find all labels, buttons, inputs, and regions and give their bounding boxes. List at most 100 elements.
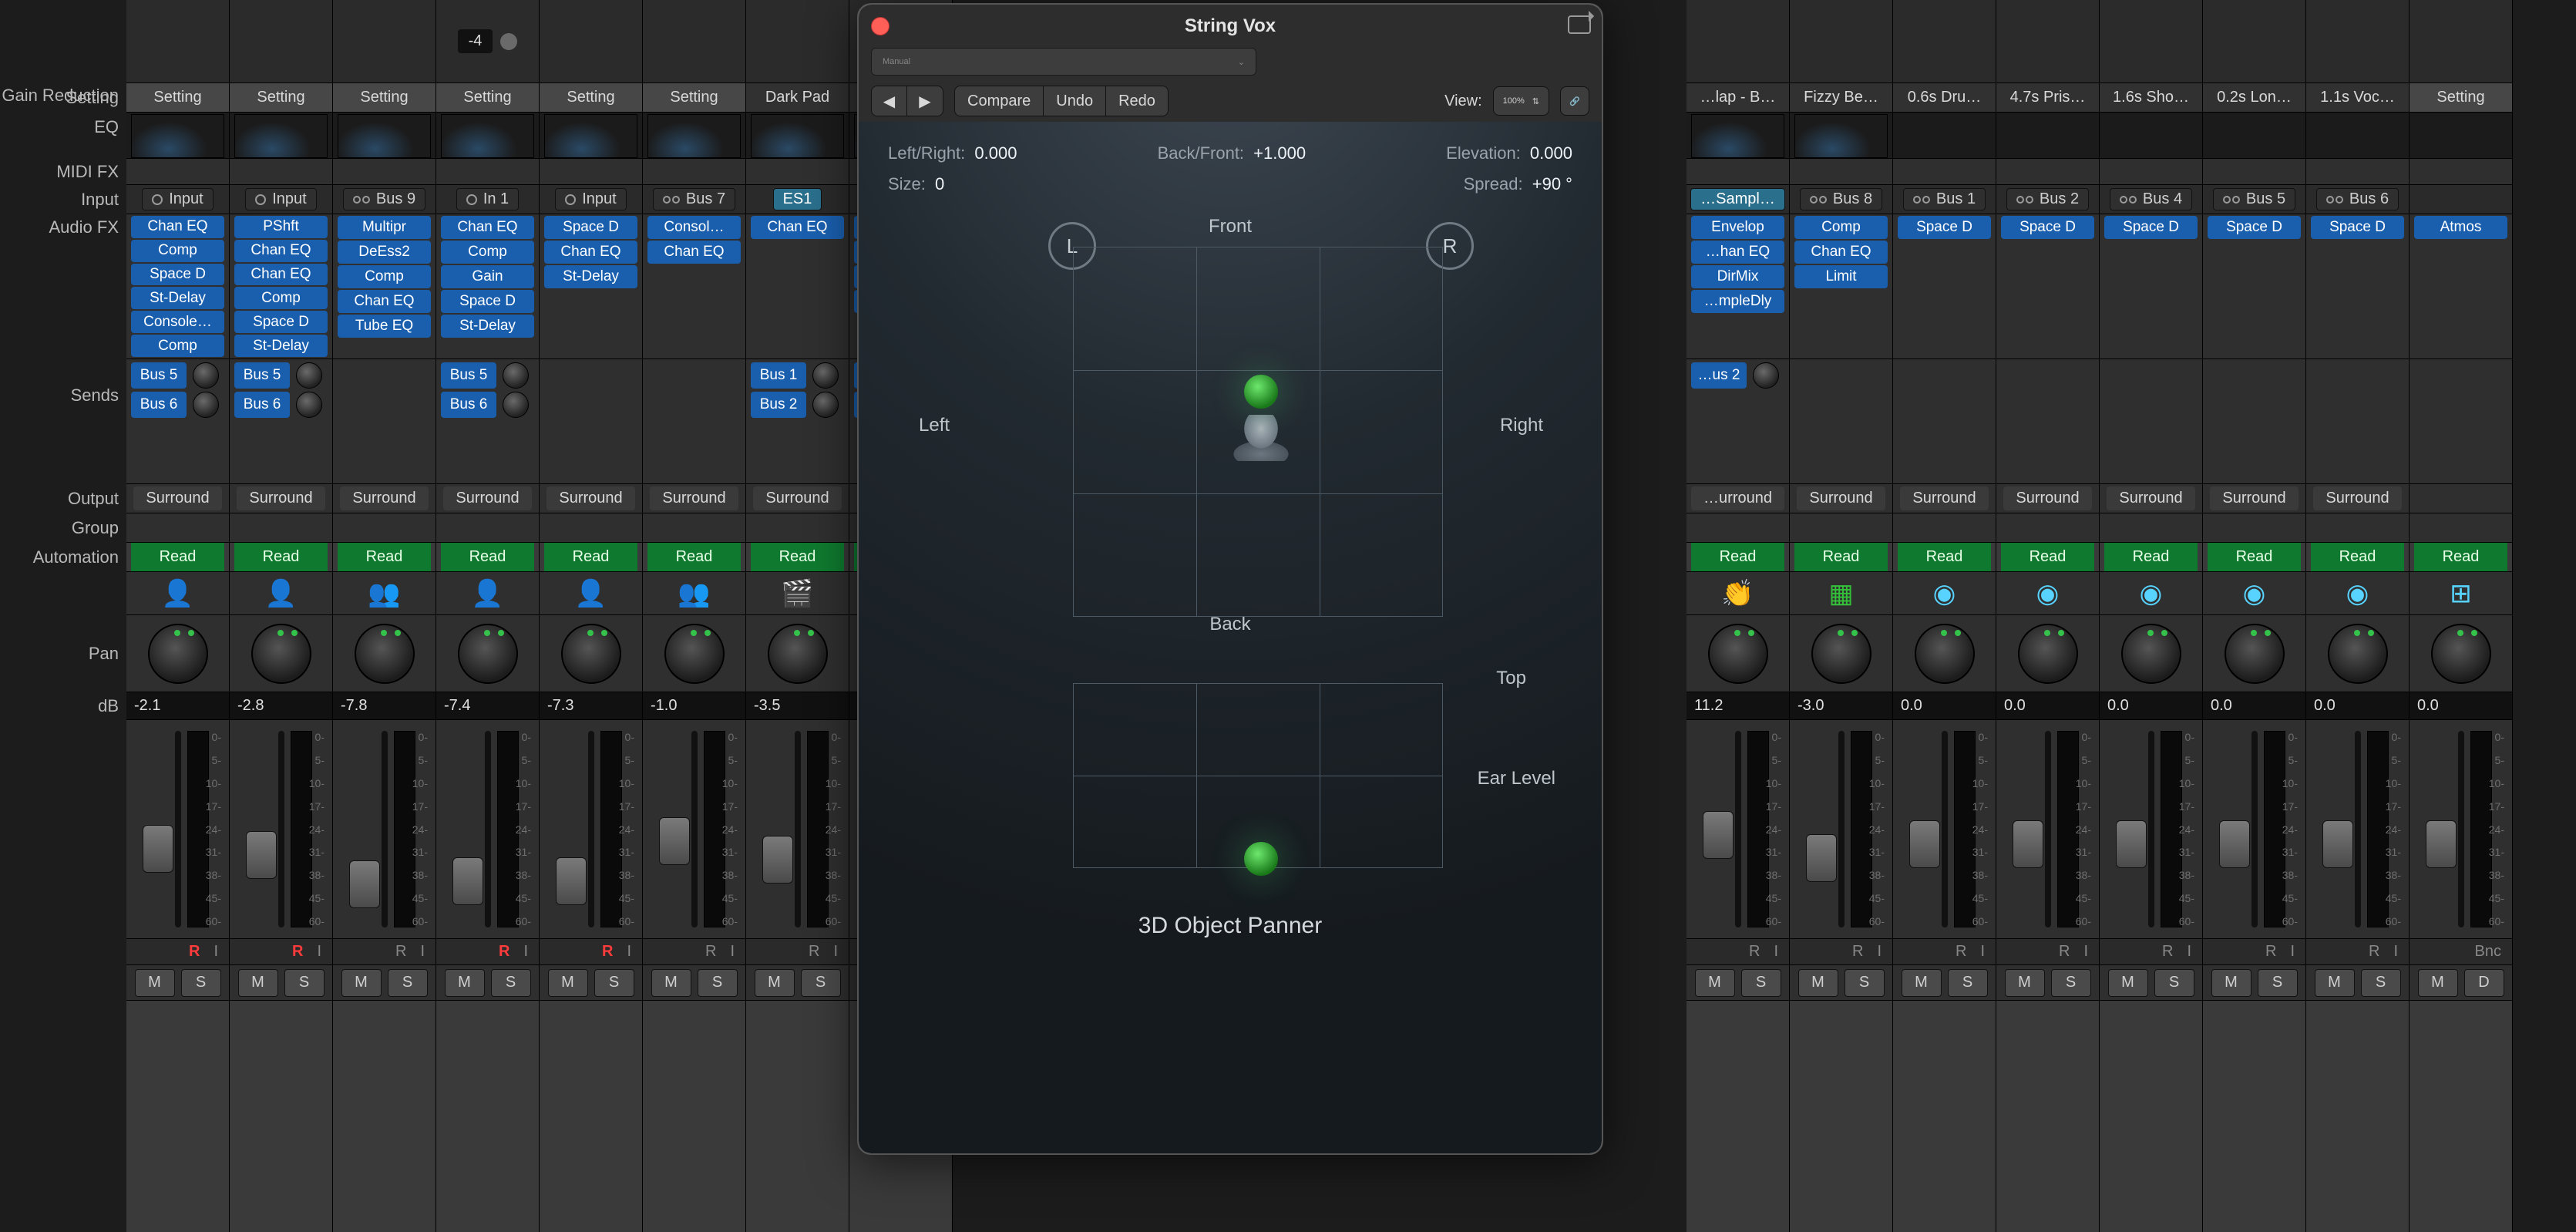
automation-mode[interactable]: Read bbox=[131, 543, 224, 571]
pan-knob[interactable] bbox=[1915, 624, 1975, 684]
channel-icon[interactable]: 👤 bbox=[471, 578, 503, 609]
send-slot[interactable]: Bus 5 bbox=[234, 362, 290, 389]
input-monitor[interactable]: I bbox=[317, 943, 321, 961]
fx-slot[interactable]: DirMix bbox=[1691, 265, 1784, 288]
pan-knob[interactable] bbox=[355, 624, 415, 684]
setting-button[interactable]: Fizzy Be… bbox=[1790, 83, 1892, 113]
pan-knob[interactable] bbox=[2328, 624, 2388, 684]
record-enable[interactable]: R bbox=[602, 943, 613, 961]
fx-slot[interactable]: Space D bbox=[1898, 216, 1991, 239]
fader-cap[interactable] bbox=[1703, 811, 1734, 859]
fx-slot[interactable]: …mpleDly bbox=[1691, 290, 1784, 313]
fx-slot[interactable]: St-Delay bbox=[234, 335, 328, 357]
input-slot[interactable]: Bus 6 bbox=[2316, 188, 2399, 210]
fx-slot[interactable]: Comp bbox=[131, 335, 224, 357]
setting-button[interactable]: 4.7s Pris… bbox=[1996, 83, 2099, 113]
output-slot[interactable]: Surround bbox=[546, 486, 634, 510]
eq-thumbnail[interactable] bbox=[234, 114, 328, 158]
plugin-window[interactable]: String Vox Manual ⌄ ◀ ▶ Compare Undo Red… bbox=[857, 3, 1603, 1155]
db-readout[interactable]: 0.0 bbox=[2306, 692, 2409, 720]
channel-icon[interactable]: ◉ bbox=[2346, 578, 2369, 609]
db-readout[interactable]: 0.0 bbox=[2203, 692, 2305, 720]
fx-slot[interactable]: Chan EQ bbox=[544, 241, 637, 264]
pan-knob[interactable] bbox=[251, 624, 311, 684]
pan-knob[interactable] bbox=[2121, 624, 2181, 684]
fx-slot[interactable]: Atmos bbox=[2414, 216, 2507, 239]
send-slot[interactable]: Bus 2 bbox=[751, 392, 806, 418]
input-slot[interactable]: Input bbox=[142, 188, 213, 210]
pan-knob[interactable] bbox=[148, 624, 208, 684]
setting-button[interactable]: 0.2s Lon… bbox=[2203, 83, 2305, 113]
input-slot[interactable]: Bus 7 bbox=[653, 188, 735, 210]
mute-button[interactable]: M bbox=[2211, 969, 2251, 997]
fader-cap[interactable] bbox=[556, 857, 587, 905]
solo-button[interactable]: S bbox=[2154, 969, 2194, 997]
setting-button[interactable]: Setting bbox=[436, 83, 539, 113]
bf-value[interactable]: +1.000 bbox=[1253, 143, 1306, 163]
output-slot[interactable]: Surround bbox=[2210, 486, 2298, 510]
pan-knob[interactable] bbox=[2018, 624, 2078, 684]
eq-thumbnail[interactable] bbox=[647, 114, 741, 158]
eq-thumbnail[interactable] bbox=[1691, 114, 1784, 158]
fx-slot[interactable]: Chan EQ bbox=[647, 241, 741, 264]
input-monitor[interactable]: I bbox=[1877, 943, 1882, 961]
record-enable[interactable]: R bbox=[189, 943, 200, 961]
fx-slot[interactable]: Space D bbox=[131, 264, 224, 286]
setting-button[interactable]: 1.1s Voc… bbox=[2306, 83, 2409, 113]
fader-cap[interactable] bbox=[2219, 820, 2250, 868]
record-enable[interactable]: R bbox=[292, 943, 303, 961]
db-readout[interactable]: -7.3 bbox=[540, 692, 642, 720]
lr-value[interactable]: 0.000 bbox=[974, 143, 1017, 163]
fx-slot[interactable]: Chan EQ bbox=[751, 216, 844, 239]
redo-button[interactable]: Redo bbox=[1106, 86, 1168, 116]
send-slot[interactable]: Bus 1 bbox=[751, 362, 806, 389]
send-knob[interactable] bbox=[193, 362, 219, 389]
send-slot[interactable]: Bus 5 bbox=[441, 362, 496, 389]
fader-cap[interactable] bbox=[349, 860, 380, 908]
fx-slot[interactable]: St-Delay bbox=[544, 265, 637, 288]
send-knob[interactable] bbox=[503, 392, 529, 418]
input-slot[interactable]: Input bbox=[245, 188, 316, 210]
input-monitor[interactable]: I bbox=[214, 943, 218, 961]
close-button[interactable] bbox=[871, 17, 889, 35]
automation-mode[interactable]: Read bbox=[1898, 543, 1991, 571]
input-slot[interactable]: Bus 9 bbox=[343, 188, 425, 210]
record-enable[interactable]: R bbox=[2162, 943, 2173, 961]
fx-slot[interactable]: Multipr bbox=[338, 216, 431, 239]
automation-mode[interactable]: Read bbox=[234, 543, 328, 571]
setting-button[interactable]: …lap - B… bbox=[1687, 83, 1789, 113]
fx-slot[interactable]: Comp bbox=[131, 240, 224, 262]
input-monitor[interactable]: I bbox=[1980, 943, 1985, 961]
db-readout[interactable]: -1.0 bbox=[643, 692, 745, 720]
prev-button[interactable]: ◀ bbox=[872, 86, 907, 116]
input-slot[interactable]: Bus 4 bbox=[2110, 188, 2192, 210]
channel-icon[interactable]: 👥 bbox=[678, 578, 710, 609]
db-readout[interactable]: 0.0 bbox=[1893, 692, 1996, 720]
fx-slot[interactable]: PShft bbox=[234, 216, 328, 238]
automation-mode[interactable]: Read bbox=[647, 543, 741, 571]
output-slot[interactable]: Surround bbox=[2107, 486, 2194, 510]
fx-slot[interactable]: Comp bbox=[234, 287, 328, 309]
eq-thumbnail[interactable] bbox=[338, 114, 431, 158]
record-enable[interactable]: R bbox=[705, 943, 716, 961]
input-monitor[interactable]: I bbox=[833, 943, 838, 961]
pan-knob[interactable] bbox=[2225, 624, 2285, 684]
solo-button[interactable]: S bbox=[2051, 969, 2091, 997]
solo-button[interactable]: S bbox=[181, 969, 221, 997]
setting-button[interactable]: Dark Pad bbox=[746, 83, 849, 113]
fx-slot[interactable]: St-Delay bbox=[441, 315, 534, 338]
fx-slot[interactable]: Space D bbox=[234, 311, 328, 333]
input-slot[interactable]: Input bbox=[555, 188, 626, 210]
fader-cap[interactable] bbox=[143, 825, 173, 873]
output-slot[interactable]: …urround bbox=[1691, 486, 1784, 510]
output-slot[interactable]: Surround bbox=[2313, 486, 2401, 510]
solo-button[interactable]: S bbox=[801, 969, 841, 997]
input-monitor[interactable]: I bbox=[1774, 943, 1778, 961]
elevation-field[interactable]: Top Ear Level bbox=[888, 668, 1572, 899]
fx-slot[interactable]: DeEss2 bbox=[338, 241, 431, 264]
mute-button[interactable]: M bbox=[341, 969, 382, 997]
automation-mode[interactable]: Read bbox=[1691, 543, 1784, 571]
eq-thumbnail[interactable] bbox=[1794, 114, 1888, 158]
mute-button[interactable]: M bbox=[2108, 969, 2148, 997]
channel-icon[interactable]: ◉ bbox=[2140, 578, 2163, 609]
